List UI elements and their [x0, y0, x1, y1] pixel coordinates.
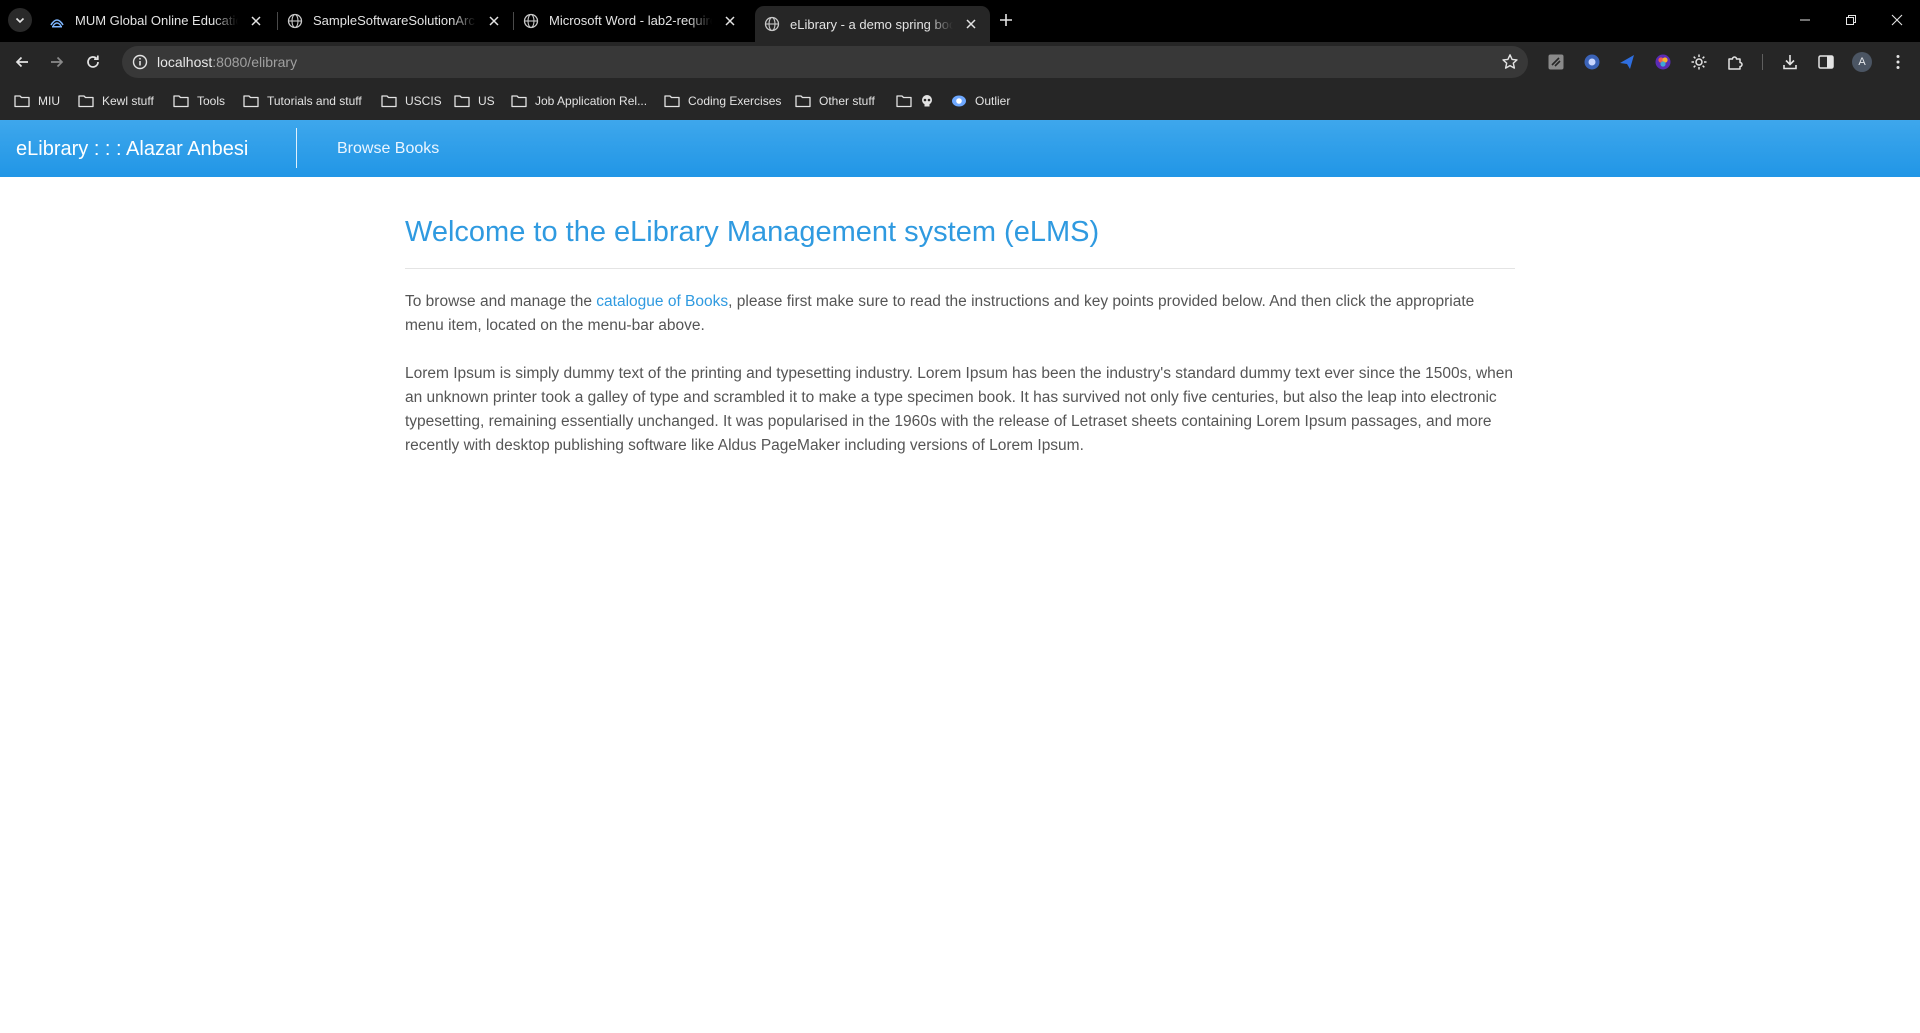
url-host: localhost: [157, 54, 213, 70]
more-menu-icon[interactable]: [1888, 52, 1908, 72]
bookmark-folder-uscis[interactable]: USCIS: [381, 90, 442, 112]
page-title: Welcome to the eLibrary Management syste…: [405, 216, 1100, 248]
folder-icon: [795, 94, 811, 108]
minimize-icon: [1800, 19, 1810, 21]
bookmark-folder-kewl-stuff[interactable]: Kewl stuff: [78, 90, 154, 112]
extension-send-icon[interactable]: [1617, 52, 1637, 72]
app-navbar: eLibrary : : : Alazar Anbesi Browse Book…: [0, 120, 1920, 177]
navbar-divider: [296, 128, 297, 168]
download-icon[interactable]: [1780, 52, 1800, 72]
forward-button[interactable]: [43, 48, 71, 76]
close-icon[interactable]: [961, 14, 981, 34]
bookmark-folder-other-stuff[interactable]: Other stuff: [795, 90, 875, 112]
tab-title: eLibrary - a demo spring boot web app: [790, 16, 953, 32]
bookmark-label: Outlier: [975, 94, 1011, 108]
tab-title: SampleSoftwareSolutionArchitecture: [313, 13, 476, 28]
reload-icon: [87, 55, 99, 68]
bookmark-label: Tools: [197, 94, 226, 108]
site-info-icon[interactable]: [130, 52, 150, 72]
bookmarks-bar: MIU Kewl stuff Tools Tutorials and stuff…: [0, 82, 1920, 120]
new-tab-button[interactable]: [994, 8, 1018, 32]
reload-button[interactable]: [79, 48, 107, 76]
nav-link-browse-books[interactable]: Browse Books: [337, 140, 439, 158]
chevron-down-icon: [15, 17, 25, 24]
extension-notes-icon[interactable]: [1546, 52, 1566, 72]
arrow-right-icon: [51, 56, 64, 68]
close-icon[interactable]: [720, 11, 740, 31]
bookmark-folder-job-application[interactable]: Job Application Rel...: [511, 90, 647, 112]
bookmark-label: USCIS: [405, 94, 442, 108]
bookmark-folder-tools[interactable]: Tools: [173, 90, 225, 112]
bookmark-folder-tutorials[interactable]: Tutorials and stuff: [243, 90, 362, 112]
back-button[interactable]: [8, 48, 36, 76]
bookmark-label: Other stuff: [819, 94, 875, 108]
folder-icon: [14, 94, 30, 108]
bookmark-label: Job Application Rel...: [535, 94, 648, 108]
bookmark-folder-miu[interactable]: MIU: [14, 90, 60, 112]
address-bar[interactable]: localhost:8080/elibrary: [122, 46, 1528, 78]
bookmark-label: US: [478, 94, 495, 108]
folder-icon: [664, 94, 680, 108]
app-brand[interactable]: eLibrary : : : Alazar Anbesi: [16, 138, 248, 161]
globe-icon: [764, 16, 780, 32]
tab-sample-architecture[interactable]: SampleSoftwareSolutionArchitecture: [278, 6, 513, 35]
bookmark-outlier[interactable]: Outlier: [951, 90, 1010, 112]
restore-icon: [1846, 15, 1856, 25]
mum-favicon-icon: [49, 13, 65, 29]
close-icon[interactable]: [484, 11, 504, 31]
side-panel-icon[interactable]: [1816, 52, 1836, 72]
tab-search-button[interactable]: [8, 8, 32, 32]
close-window-button[interactable]: [1874, 0, 1920, 40]
folder-icon: [454, 94, 470, 108]
tab-title: Microsoft Word - lab2-requirements: [549, 13, 712, 28]
folder-icon: [381, 94, 397, 108]
tab-elibrary[interactable]: eLibrary - a demo spring boot web app: [755, 6, 990, 42]
close-icon[interactable]: [246, 11, 266, 31]
bookmark-label: Kewl stuff: [102, 94, 154, 108]
bookmark-label: Coding Exercises: [688, 94, 782, 108]
tab-strip: MUM Global Online Education SampleSoftwa…: [0, 0, 1920, 42]
bookmark-folder-coding-exercises[interactable]: Coding Exercises: [664, 90, 781, 112]
main-content: Welcome to the eLibrary Management syste…: [405, 215, 1515, 458]
extension-color-icon[interactable]: [1653, 52, 1673, 72]
tab-mum[interactable]: MUM Global Online Education: [40, 6, 275, 35]
restore-button[interactable]: [1828, 0, 1874, 40]
bookmark-skull[interactable]: [920, 90, 944, 112]
extension-gear-icon[interactable]: [1689, 52, 1709, 72]
catalogue-link[interactable]: catalogue of Books: [596, 293, 728, 310]
minimize-button[interactable]: [1782, 0, 1828, 40]
globe-icon: [523, 13, 539, 29]
arrow-left-icon: [15, 56, 28, 68]
url-text: localhost:8080/elibrary: [157, 54, 297, 70]
extension-shield-icon[interactable]: [1582, 52, 1602, 72]
tab-word-lab2[interactable]: Microsoft Word - lab2-requirements: [514, 6, 749, 35]
folder-icon: [511, 94, 527, 108]
skull-icon: [920, 94, 936, 108]
page-viewport: eLibrary : : : Alazar Anbesi Browse Book…: [0, 120, 1920, 1033]
lorem-paragraph: Lorem Ipsum is simply dummy text of the …: [405, 364, 1514, 454]
bookmark-folder-us[interactable]: US: [454, 90, 495, 112]
close-icon: [1891, 14, 1903, 26]
toolbar-separator: [1762, 54, 1763, 70]
profile-avatar[interactable]: A: [1852, 52, 1872, 72]
intro-text-start: To browse and manage the: [405, 292, 597, 310]
folder-icon: [243, 94, 259, 108]
folder-icon: [173, 94, 189, 108]
folder-icon: [896, 94, 912, 108]
bookmark-star-icon[interactable]: [1500, 52, 1520, 72]
folder-icon: [78, 94, 94, 108]
bookmark-label: Tutorials and stuff: [267, 94, 362, 108]
globe-icon: [287, 13, 303, 29]
url-path: :8080/elibrary: [212, 54, 298, 70]
browser-toolbar: localhost:8080/elibrary A: [0, 42, 1920, 82]
plus-icon: [1000, 14, 1012, 26]
bookmark-label: MIU: [38, 94, 60, 108]
outlier-icon: [951, 94, 967, 108]
intro-paragraph: To browse and manage the catalogue of Bo…: [405, 290, 1515, 338]
bookmark-folder-unnamed[interactable]: [896, 90, 920, 112]
heading-divider: [405, 267, 1515, 269]
tab-title: MUM Global Online Education: [75, 13, 238, 28]
extensions-puzzle-icon[interactable]: [1725, 52, 1745, 72]
